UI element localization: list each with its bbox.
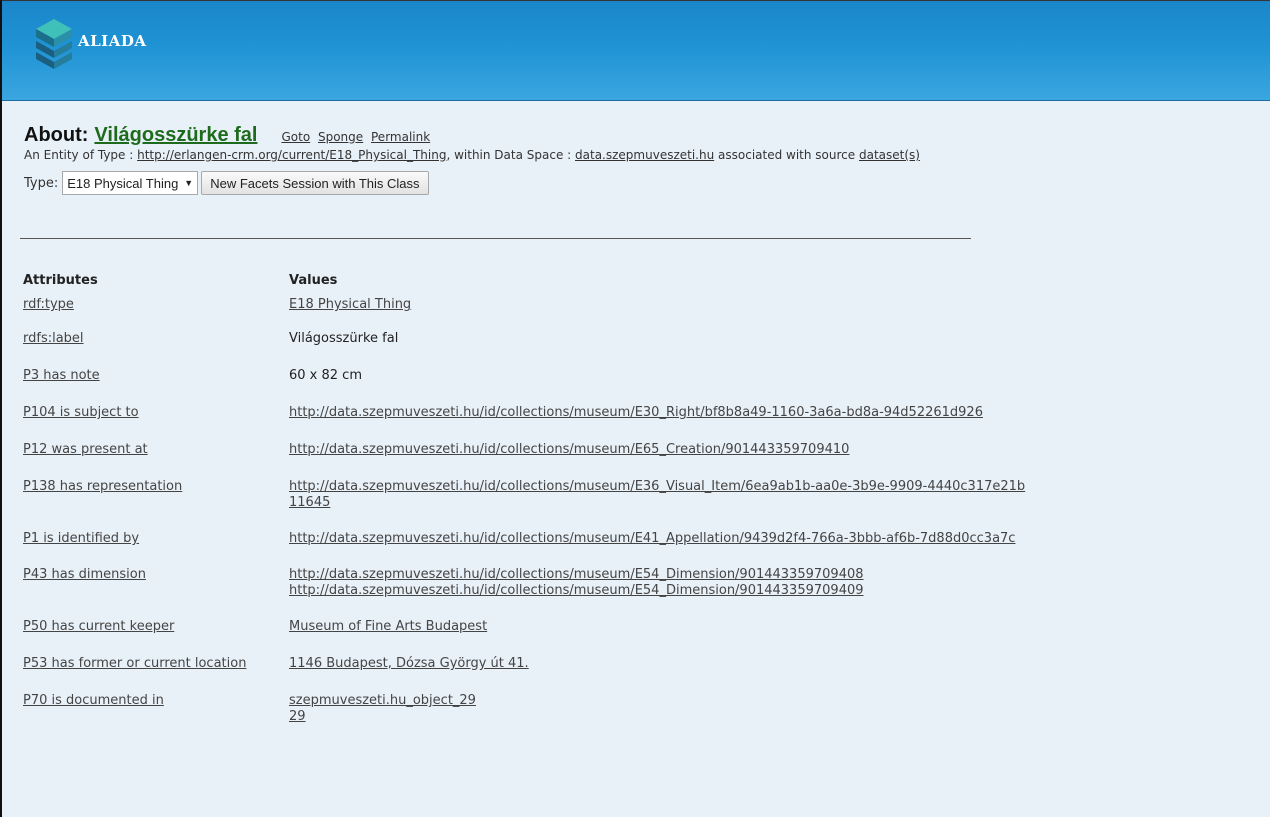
entity-title-link[interactable]: Világosszürke fal [94,124,257,147]
attributes-table: Attributes Values rdf:type E18 Physical … [23,273,1253,725]
value-link[interactable]: Museum of Fine Arts Budapest [289,619,487,634]
table-row: P3 has note 60 x 82 cm [23,368,1253,384]
value-link[interactable]: 1146 Budapest, Dózsa György út 41. [289,656,529,671]
brand-name: ALIADA [78,32,147,50]
divider [20,238,971,239]
about-section: About: Világosszürke fal Goto Sponge Per… [24,124,1244,195]
attribute-link[interactable]: P70 is documented in [23,693,164,708]
about-actions: Goto Sponge Permalink [281,130,434,144]
window-left-border [0,0,2,817]
associated-text: associated with source [718,148,856,162]
value-link[interactable]: http://data.szepmuveszeti.hu/id/collecti… [289,479,1025,494]
value-link[interactable]: 11645 [289,495,330,510]
attribute-link[interactable]: P104 is subject to [23,405,139,420]
type-select[interactable]: E18 Physical Thing ▼ [62,171,199,195]
dataset-link[interactable]: dataset(s) [859,148,920,162]
attribute-link[interactable]: rdfs:label [23,331,84,346]
value-text: Világosszürke fal [289,331,399,346]
aliada-logo[interactable]: ALIADA [34,17,147,69]
value-link[interactable]: szepmuveszeti.hu_object_29 [289,693,476,708]
type-label: Type: [24,175,59,191]
data-space-link[interactable]: data.szepmuveszeti.hu [575,148,714,162]
table-row: P12 was present at http://data.szepmuves… [23,442,1253,458]
site-header: ALIADA [2,1,1270,101]
value-link[interactable]: http://data.szepmuveszeti.hu/id/collecti… [289,531,1015,546]
table-row: rdfs:label Világosszürke fal [23,331,1253,347]
entity-description: An Entity of Type : http://erlangen-crm.… [24,148,1244,162]
value-link[interactable]: http://data.szepmuveszeti.hu/id/collecti… [289,583,864,598]
table-row: P104 is subject to http://data.szepmuves… [23,405,1253,421]
attribute-link[interactable]: P12 was present at [23,442,148,457]
value-link[interactable]: http://data.szepmuveszeti.hu/id/collecti… [289,405,983,420]
table-row: P43 has dimension http://data.szepmuvesz… [23,567,1253,599]
attribute-link[interactable]: P53 has former or current location [23,656,246,671]
attribute-link[interactable]: P43 has dimension [23,567,146,582]
new-facets-session-button[interactable]: New Facets Session with This Class [201,171,429,195]
value-link[interactable]: http://data.szepmuveszeti.hu/id/collecti… [289,567,864,582]
table-row: P138 has representation http://data.szep… [23,479,1253,511]
goto-link[interactable]: Goto [281,130,310,144]
attribute-link[interactable]: P50 has current keeper [23,619,174,634]
attribute-link[interactable]: rdf:type [23,297,74,312]
sponge-link[interactable]: Sponge [318,130,363,144]
value-link[interactable]: http://data.szepmuveszeti.hu/id/collecti… [289,442,849,457]
table-row: rdf:type E18 Physical Thing [23,297,1253,313]
type-bar: Type: E18 Physical Thing ▼ New Facets Se… [24,171,1244,195]
attribute-link[interactable]: P3 has note [23,368,100,383]
table-header: Attributes Values [23,273,1253,291]
entity-type-link[interactable]: http://erlangen-crm.org/current/E18_Phys… [137,148,446,162]
value-link[interactable]: 29 [289,709,306,724]
value-link[interactable]: E18 Physical Thing [289,297,411,312]
type-select-value: E18 Physical Thing [67,175,179,191]
within-text: , within Data Space : [446,148,572,162]
attribute-link[interactable]: P138 has representation [23,479,182,494]
attributes-column-header: Attributes [23,273,98,288]
chevron-down-icon: ▼ [184,178,194,188]
table-row: P53 has former or current location 1146 … [23,656,1253,672]
table-row: P1 is identified by http://data.szepmuve… [23,531,1253,547]
values-column-header: Values [289,273,338,288]
table-row: P70 is documented in szepmuveszeti.hu_ob… [23,693,1253,725]
value-text: 60 x 82 cm [289,368,362,383]
about-heading: About: Világosszürke fal Goto Sponge Per… [24,124,1244,147]
stacked-layers-icon [36,19,72,69]
table-row: P50 has current keeper Museum of Fine Ar… [23,619,1253,635]
entity-prefix: An Entity of Type : [24,148,134,162]
attribute-link[interactable]: P1 is identified by [23,531,139,546]
permalink-link[interactable]: Permalink [371,130,430,144]
about-prefix: About: [24,124,89,146]
